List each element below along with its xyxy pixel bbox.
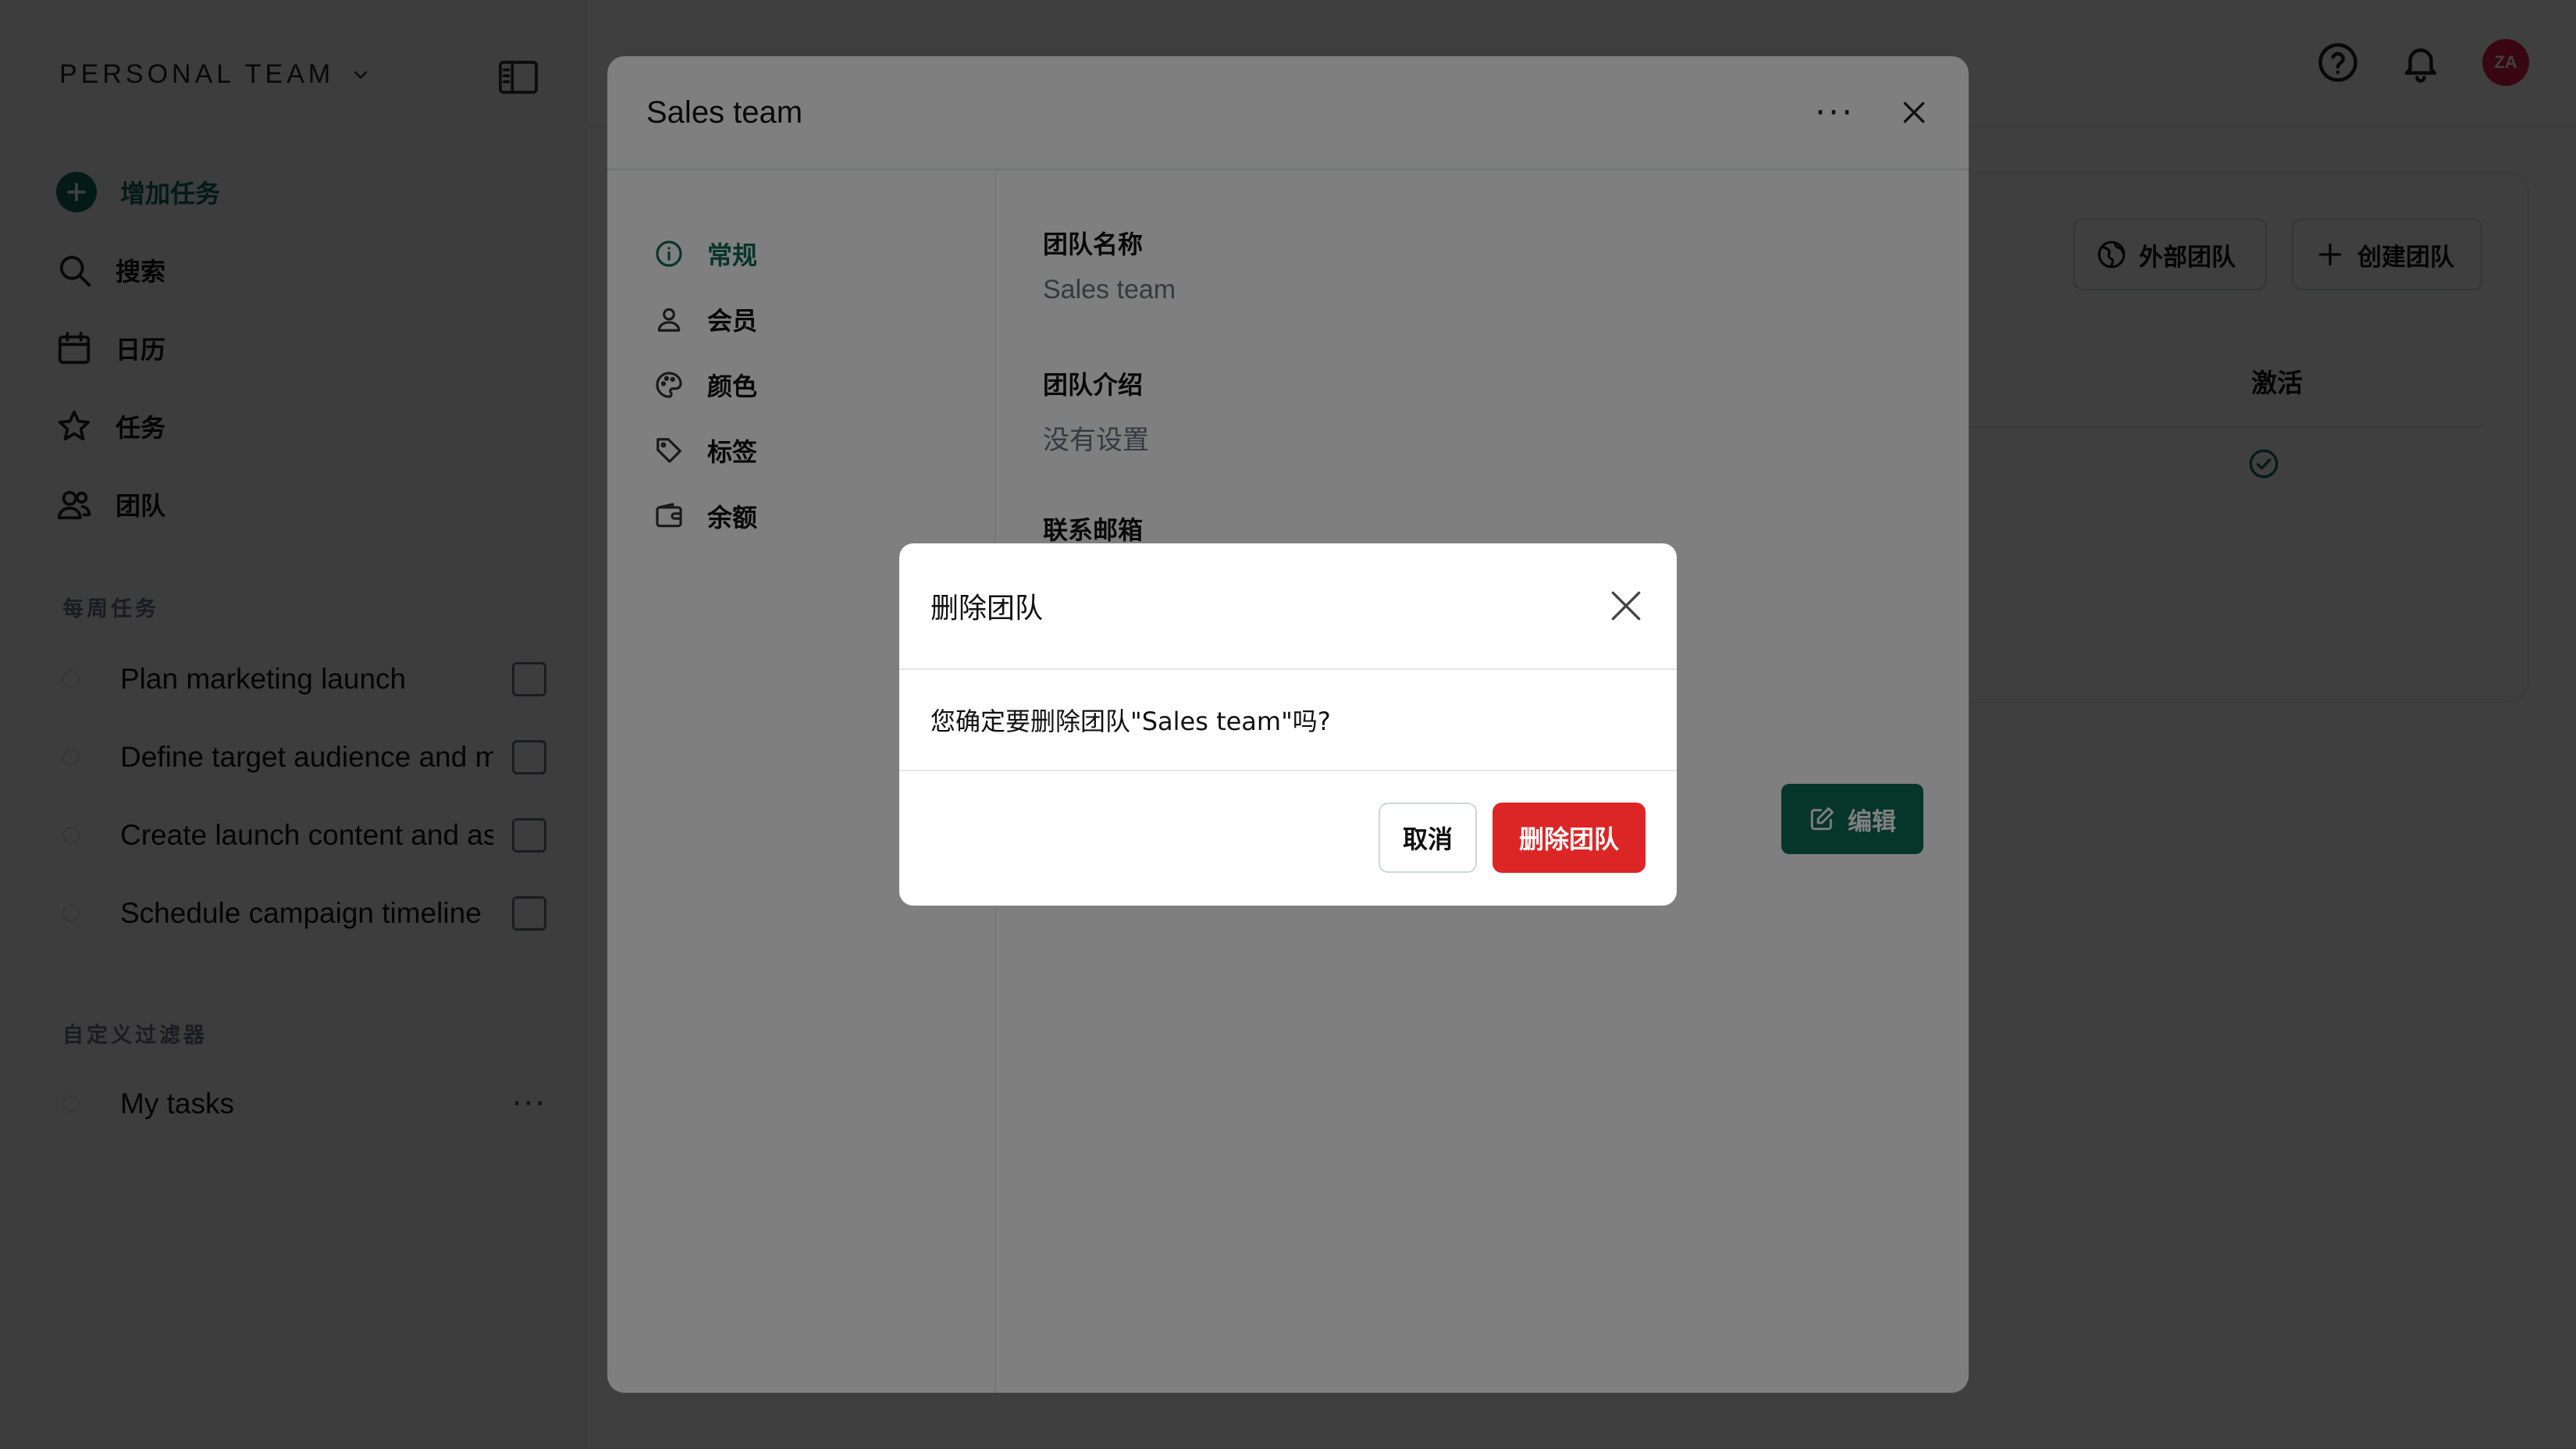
delete-team-dialog: 删除团队 您确定要删除团队"Sales team"吗? 取消 删除团队 — [899, 543, 1677, 906]
dialog-header: 删除团队 — [899, 543, 1677, 670]
dialog-title: 删除团队 — [930, 593, 1044, 625]
delete-team-button[interactable]: 删除团队 — [1493, 803, 1646, 873]
cancel-button[interactable]: 取消 — [1379, 803, 1477, 873]
close-icon[interactable] — [1606, 586, 1646, 625]
dialog-footer: 取消 删除团队 — [899, 771, 1677, 904]
dialog-message: 您确定要删除团队"Sales team"吗? — [899, 670, 1677, 771]
